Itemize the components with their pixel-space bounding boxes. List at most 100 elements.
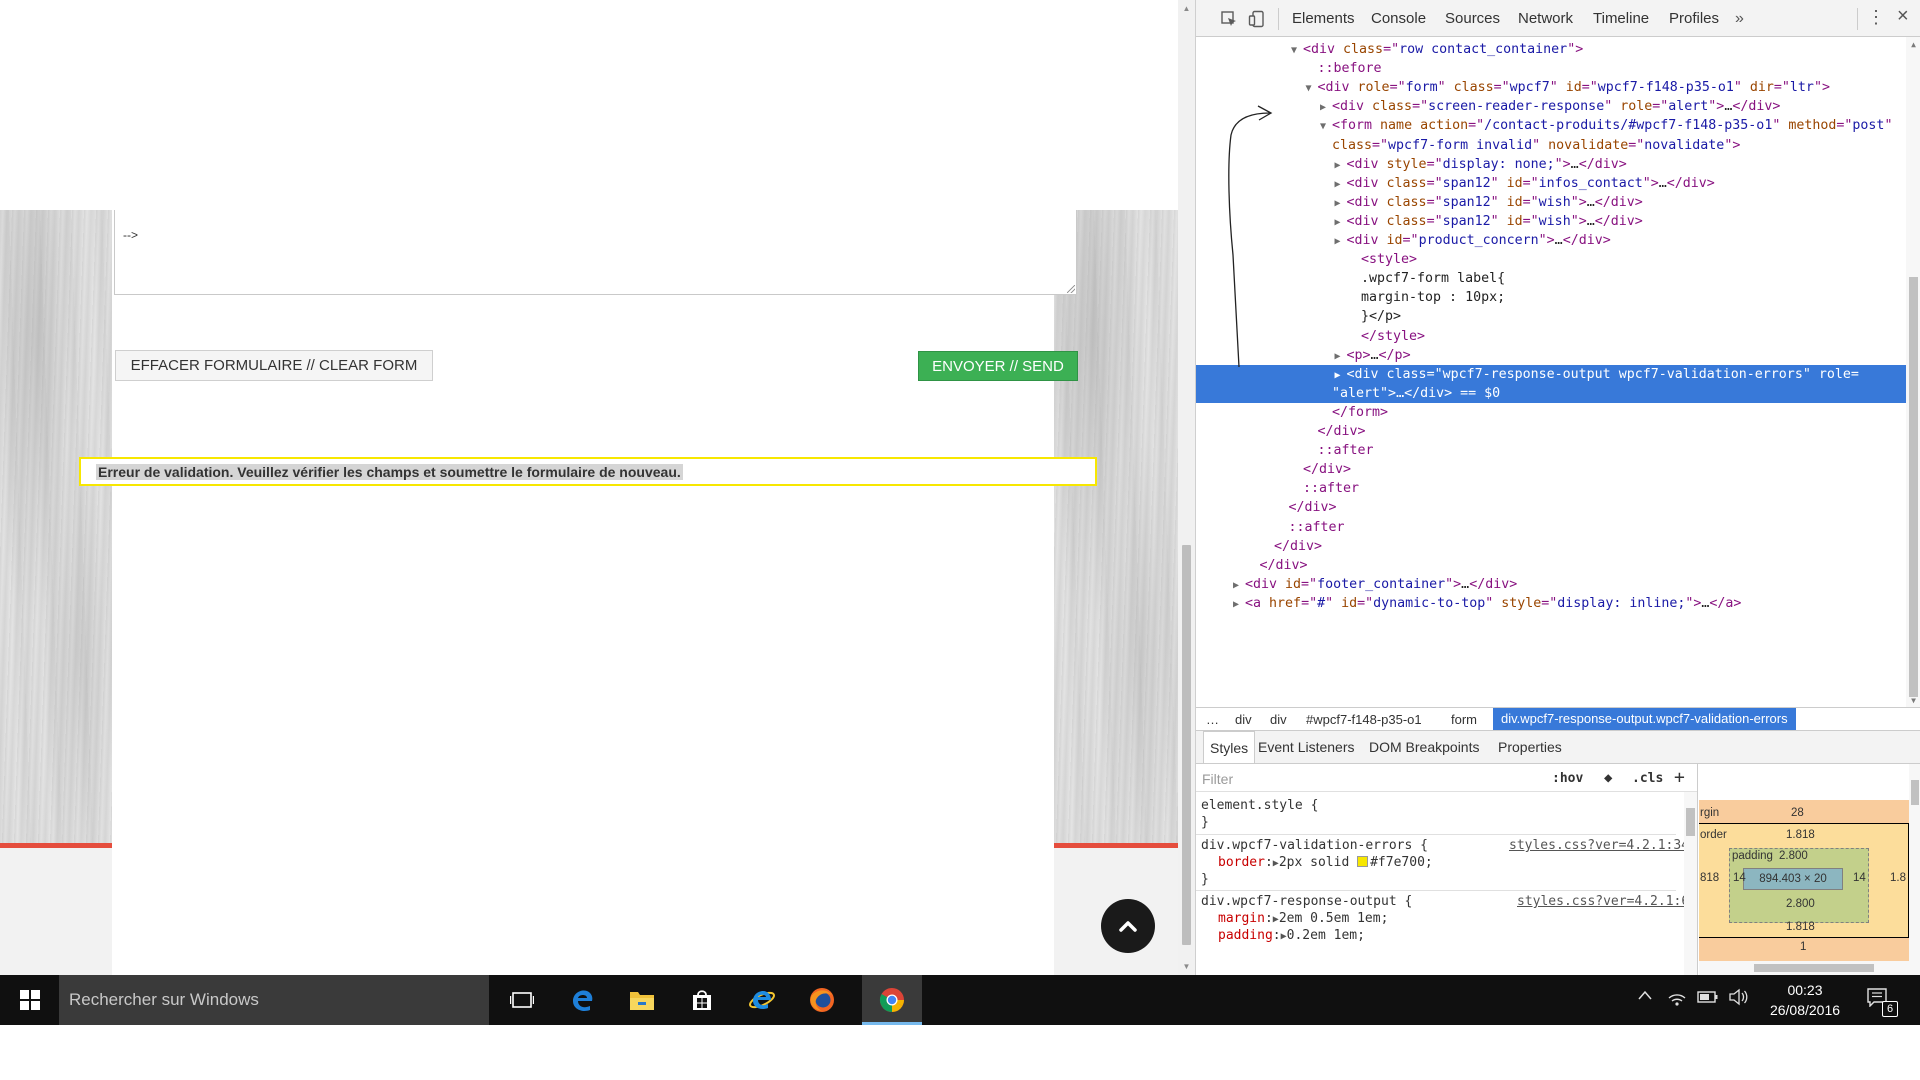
dom-node[interactable]: </div>: [1196, 556, 1906, 575]
expand-arrow-icon[interactable]: ▶: [1233, 595, 1245, 614]
expand-arrow-icon[interactable]: ▶: [1335, 232, 1347, 251]
dom-node[interactable]: ::after: [1196, 441, 1906, 460]
box-model-scrollbar[interactable]: [1909, 764, 1920, 975]
send-button[interactable]: ENVOYER // SEND: [918, 351, 1078, 381]
dom-node[interactable]: ▼ <div role="form" class="wpcf7" id="wpcf…: [1196, 78, 1906, 97]
border-top-value[interactable]: 1.818: [1786, 829, 1815, 841]
expand-arrow-icon[interactable]: ▶: [1335, 347, 1347, 366]
message-textarea[interactable]: -->: [114, 210, 1077, 295]
dom-node[interactable]: ▶ <p>…</p>: [1196, 346, 1906, 365]
css-declaration[interactable]: border:▶2px solid #f7e700;: [1218, 855, 1433, 870]
border-left-value[interactable]: 818: [1700, 872, 1719, 884]
taskbar-app-firefox[interactable]: [792, 975, 852, 1025]
scroll-up-arrow-icon[interactable]: ▲: [1178, 0, 1195, 17]
dom-node[interactable]: ▶ <div class="span12" id="wish">…</div>: [1196, 193, 1906, 212]
selected-node-ellipsis-icon[interactable]: …: [1201, 354, 1209, 369]
close-devtools-icon[interactable]: ×: [1897, 5, 1909, 28]
margin-bottom-value[interactable]: 1: [1800, 941, 1806, 953]
expand-arrow-icon[interactable]: ▶: [1335, 156, 1347, 175]
collapse-arrow-icon[interactable]: ▼: [1291, 41, 1303, 60]
dom-node[interactable]: ▶ <div class="span12" id="infos_contact">…: [1196, 174, 1906, 193]
page-scrollbar[interactable]: ▲ ▼: [1178, 0, 1195, 975]
padding-top-value[interactable]: 2.800: [1779, 850, 1808, 862]
volume-icon[interactable]: [1728, 988, 1748, 1010]
tab-sources[interactable]: Sources: [1445, 10, 1500, 27]
taskbar-app-store[interactable]: [672, 975, 732, 1025]
dom-node[interactable]: </style>: [1196, 327, 1906, 346]
resize-grip-icon[interactable]: [1067, 285, 1075, 293]
padding-right-value[interactable]: 14: [1853, 872, 1866, 884]
new-rule-plus-icon[interactable]: +: [1674, 767, 1685, 788]
dom-node[interactable]: ▼ <form name action="/contact-produits/#w…: [1196, 116, 1906, 135]
class-toggle[interactable]: .cls: [1632, 771, 1663, 786]
dom-node[interactable]: </div>: [1196, 422, 1906, 441]
dom-node[interactable]: ▶ <div class="screen-reader-response" rol…: [1196, 97, 1906, 116]
breadcrumb-item[interactable]: div: [1235, 712, 1252, 727]
clock-date[interactable]: 26/08/2016: [1762, 1002, 1848, 1018]
dom-node[interactable]: class="wpcf7-form invalid" novalidate="n…: [1196, 136, 1906, 155]
dom-node[interactable]: ▶ <div style="display: none;">…</div>: [1196, 155, 1906, 174]
dom-node[interactable]: ▶ <div id="footer_container">…</div>: [1196, 575, 1906, 594]
breadcrumb-item-selected[interactable]: div.wpcf7-response-output.wpcf7-validati…: [1493, 708, 1796, 730]
start-button[interactable]: [0, 975, 59, 1025]
show-hidden-icons-icon[interactable]: [1637, 988, 1653, 1006]
dom-node[interactable]: ▶ <a href="#" id="dynamic-to-top" style="…: [1196, 594, 1906, 613]
padding-bottom-value[interactable]: 2.800: [1786, 898, 1815, 910]
border-bottom-value[interactable]: 1.818: [1786, 921, 1815, 933]
styles-filter-input[interactable]: Filter: [1202, 771, 1233, 787]
tab-console[interactable]: Console: [1371, 10, 1426, 27]
tab-profiles[interactable]: Profiles: [1669, 10, 1719, 27]
color-swatch-icon[interactable]: [1357, 856, 1369, 867]
expand-arrow-icon[interactable]: ▶: [1335, 213, 1347, 232]
collapse-arrow-icon[interactable]: ▼: [1306, 79, 1318, 98]
hover-state-toggle[interactable]: :hov: [1552, 771, 1583, 786]
box-model-scrollbar-thumb[interactable]: [1911, 780, 1919, 805]
task-view-button[interactable]: [492, 975, 552, 1025]
dom-node[interactable]: }</p>: [1196, 307, 1906, 326]
tab-timeline[interactable]: Timeline: [1593, 10, 1649, 27]
breadcrumb-item[interactable]: #wpcf7-f148-p35-o1: [1306, 712, 1422, 727]
dom-node[interactable]: ▶ <div class="span12" id="wish">…</div>: [1196, 212, 1906, 231]
battery-icon[interactable]: [1697, 989, 1719, 1009]
css-source-link[interactable]: styles.css?ver=4.2.1:6: [1517, 894, 1689, 909]
scroll-to-top-button[interactable]: [1101, 899, 1155, 953]
taskbar-app-internet-explorer[interactable]: [732, 975, 792, 1025]
dom-node[interactable]: <style>: [1196, 250, 1906, 269]
tab-elements[interactable]: Elements: [1292, 10, 1355, 27]
taskbar-app-chrome[interactable]: [862, 975, 922, 1025]
devtools-menu-icon[interactable]: ⋮: [1867, 7, 1885, 28]
expand-arrow-icon[interactable]: ▶: [1335, 194, 1347, 213]
tab-event-listeners[interactable]: Event Listeners: [1258, 739, 1355, 755]
clock-time[interactable]: 00:23: [1775, 982, 1835, 998]
tab-dom-breakpoints[interactable]: DOM Breakpoints: [1369, 739, 1479, 755]
styles-scrollbar[interactable]: [1684, 792, 1697, 975]
dom-node[interactable]: ::after: [1196, 479, 1906, 498]
dom-node[interactable]: </div>: [1196, 460, 1906, 479]
breadcrumb-item[interactable]: div: [1270, 712, 1287, 727]
styles-scrollbar-thumb[interactable]: [1686, 808, 1695, 836]
margin-top-value[interactable]: 28: [1791, 807, 1804, 819]
dom-node[interactable]: ::before: [1196, 59, 1906, 78]
paint-brush-icon[interactable]: ◆: [1604, 770, 1612, 786]
border-right-value[interactable]: 1.8: [1890, 872, 1906, 884]
expand-arrow-icon[interactable]: ▶: [1233, 576, 1245, 595]
page-scrollbar-thumb[interactable]: [1182, 545, 1191, 945]
breadcrumb-item[interactable]: form: [1451, 712, 1477, 727]
box-model-hscrollbar[interactable]: [1699, 961, 1909, 975]
clear-form-button[interactable]: EFFACER FORMULAIRE // CLEAR FORM: [115, 350, 433, 381]
expand-arrow-icon[interactable]: ▶: [1335, 175, 1347, 194]
taskbar-search-box[interactable]: Rechercher sur Windows: [59, 975, 489, 1025]
scroll-down-arrow-icon[interactable]: ▼: [1178, 958, 1195, 975]
dom-node[interactable]: ::after: [1196, 518, 1906, 537]
dom-node[interactable]: </div>: [1196, 537, 1906, 556]
dom-node-selected[interactable]: ▶ <div class="wpcf7-response-output wpcf7…: [1196, 364, 1906, 385]
expand-arrow-icon[interactable]: ▶: [1320, 98, 1332, 117]
dom-tree-scrollbar[interactable]: ▲ ▼: [1906, 37, 1920, 707]
dom-node[interactable]: margin-top : 10px;: [1196, 288, 1906, 307]
more-tabs-icon[interactable]: »: [1735, 10, 1744, 28]
scroll-down-arrow-icon[interactable]: ▼: [1906, 693, 1920, 707]
breadcrumb-item[interactable]: …: [1206, 712, 1219, 727]
scroll-up-arrow-icon[interactable]: ▲: [1906, 37, 1920, 51]
expand-arrow-icon[interactable]: ▶: [1335, 366, 1347, 385]
dom-node[interactable]: ▶ <div id="product_concern">…</div>: [1196, 231, 1906, 250]
